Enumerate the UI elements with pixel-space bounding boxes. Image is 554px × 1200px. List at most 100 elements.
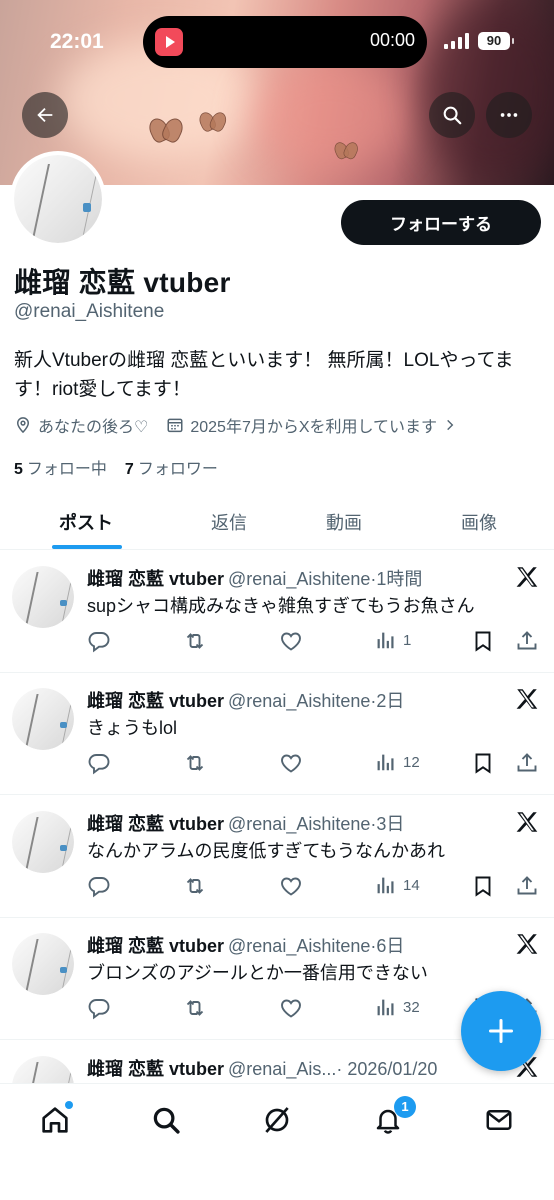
bookmark-button[interactable] — [471, 751, 495, 775]
post-author-handle: @renai_Aishitene — [228, 814, 371, 834]
post-avatar[interactable] — [12, 933, 74, 995]
profile-joined[interactable]: 2025年7月からXを利用しています — [190, 413, 437, 437]
post-avatar[interactable] — [12, 688, 74, 750]
share-button[interactable] — [515, 751, 539, 775]
like-icon — [281, 999, 301, 1018]
reply-button[interactable] — [87, 874, 111, 898]
like-button[interactable] — [279, 996, 303, 1020]
views-count: 32 — [403, 998, 420, 1016]
post-actions: 12 — [87, 751, 547, 777]
more-icon — [500, 113, 518, 117]
more-options-button[interactable] — [486, 92, 532, 138]
post[interactable]: 雌瑠 恋藍 vtuber @renai_Aishitene·2日 きょうもlol … — [0, 672, 554, 795]
post-actions: 14 — [87, 874, 547, 900]
profile-stats: 5 フォロー中 7 フォロワー — [14, 455, 236, 479]
post-author-handle: @renai_Aishitene — [228, 936, 371, 956]
reply-icon — [88, 877, 110, 898]
post-time: ·2日 — [370, 691, 405, 711]
followers-link[interactable]: 7 フォロワー — [125, 455, 218, 479]
following-label: フォロー中 — [26, 461, 107, 478]
grok-icon — [265, 1107, 289, 1133]
followers-label: フォロワー — [137, 461, 218, 478]
views-icon — [377, 877, 394, 894]
post-avatar[interactable] — [12, 811, 74, 873]
post-author-name[interactable]: 雌瑠 恋藍 vtuber — [87, 936, 224, 956]
tab-media[interactable]: 画像 — [461, 509, 497, 535]
bookmark-button[interactable] — [471, 874, 495, 898]
back-arrow-icon — [37, 107, 53, 123]
post-text: なんかアラムの民度低すぎてもうなんかあれ — [87, 841, 446, 861]
nav-messages[interactable] — [481, 1102, 517, 1138]
like-button[interactable] — [279, 751, 303, 775]
post-author-name[interactable]: 雌瑠 恋藍 vtuber — [87, 569, 224, 589]
reply-button[interactable] — [87, 996, 111, 1020]
post[interactable]: 雌瑠 恋藍 vtuber @renai_Aishitene·1時間 supシャコ構… — [0, 550, 554, 673]
bottom-navigation: 1 — [0, 1083, 554, 1200]
post-time: · 2026/01/20 — [336, 1059, 438, 1079]
calendar-icon — [167, 418, 183, 433]
mail-icon — [486, 1110, 512, 1130]
profile-tabs: ポスト 返信 動画 画像 — [0, 495, 554, 550]
reply-button[interactable] — [87, 629, 111, 653]
reply-button[interactable] — [87, 751, 111, 775]
search-button[interactable] — [429, 92, 475, 138]
reply-icon — [88, 999, 110, 1020]
dynamic-island[interactable]: 00:00 — [143, 16, 427, 68]
recording-timer: 00:00 — [369, 30, 415, 50]
post[interactable]: 雌瑠 恋藍 vtuber @renai_Aishitene·3日 なんかアラムの民… — [0, 795, 554, 918]
chevron-right-icon[interactable] — [443, 418, 457, 432]
reply-icon — [88, 754, 110, 775]
status-time: 22:01 — [50, 30, 104, 53]
active-tab-indicator — [52, 545, 122, 549]
share-button[interactable] — [515, 629, 539, 653]
nav-home[interactable] — [37, 1101, 73, 1138]
compose-button[interactable] — [461, 991, 541, 1071]
x-logo-icon[interactable] — [514, 564, 540, 590]
x-logo-icon[interactable] — [514, 809, 540, 835]
post-text: supシャコ構成みなきゃ雑魚すぎてもうお魚さん — [87, 596, 475, 616]
post-author-handle: @renai_Aishitene — [228, 569, 371, 589]
following-link[interactable]: 5 フォロー中 — [14, 455, 107, 479]
post-avatar[interactable] — [12, 566, 74, 628]
repost-button[interactable] — [183, 874, 207, 898]
post-header: 雌瑠 恋藍 vtuber @renai_Aishitene·6日 — [87, 932, 507, 958]
tab-videos[interactable]: 動画 — [326, 509, 362, 535]
views-button[interactable]: 12 — [375, 751, 420, 773]
views-count: 14 — [403, 876, 420, 894]
post-time: ·6日 — [370, 936, 405, 956]
share-icon — [517, 753, 537, 772]
nav-grok[interactable] — [259, 1102, 295, 1138]
profile-avatar[interactable] — [10, 151, 106, 247]
nav-search[interactable] — [148, 1102, 184, 1138]
post-author-name[interactable]: 雌瑠 恋藍 vtuber — [87, 814, 224, 834]
recording-app-icon — [155, 28, 183, 56]
post-author-name[interactable]: 雌瑠 恋藍 vtuber — [87, 691, 224, 711]
tab-replies[interactable]: 返信 — [211, 509, 247, 535]
tab-posts[interactable]: ポスト — [59, 509, 113, 535]
views-button[interactable]: 32 — [375, 996, 420, 1018]
post-time: ·3日 — [370, 814, 405, 834]
nav-notifications[interactable]: 1 — [370, 1096, 416, 1138]
following-count: 5 — [14, 461, 23, 478]
post-author-name[interactable]: 雌瑠 恋藍 vtuber — [87, 1059, 224, 1079]
bookmark-button[interactable] — [471, 629, 495, 653]
follow-button[interactable]: フォローする — [341, 200, 541, 245]
repost-icon — [186, 878, 204, 894]
x-logo-icon[interactable] — [514, 686, 540, 712]
post-text: ブロンズのアジールとか一番信用できない — [87, 963, 428, 983]
views-button[interactable]: 1 — [375, 629, 411, 651]
profile-bio: 新人Vtuberの雌瑠 恋藍といいます！ 無所属！LOLやってます！riot愛し… — [14, 350, 514, 400]
x-logo-icon[interactable] — [514, 931, 540, 957]
like-button[interactable] — [279, 629, 303, 653]
share-button[interactable] — [515, 874, 539, 898]
search-icon — [443, 106, 462, 125]
repost-button[interactable] — [183, 751, 207, 775]
back-button[interactable] — [22, 92, 68, 138]
repost-button[interactable] — [183, 629, 207, 653]
post-actions: 1 — [87, 629, 547, 655]
repost-button[interactable] — [183, 996, 207, 1020]
like-button[interactable] — [279, 874, 303, 898]
views-button[interactable]: 14 — [375, 874, 420, 896]
search-icon — [153, 1107, 180, 1134]
share-icon — [517, 876, 537, 895]
